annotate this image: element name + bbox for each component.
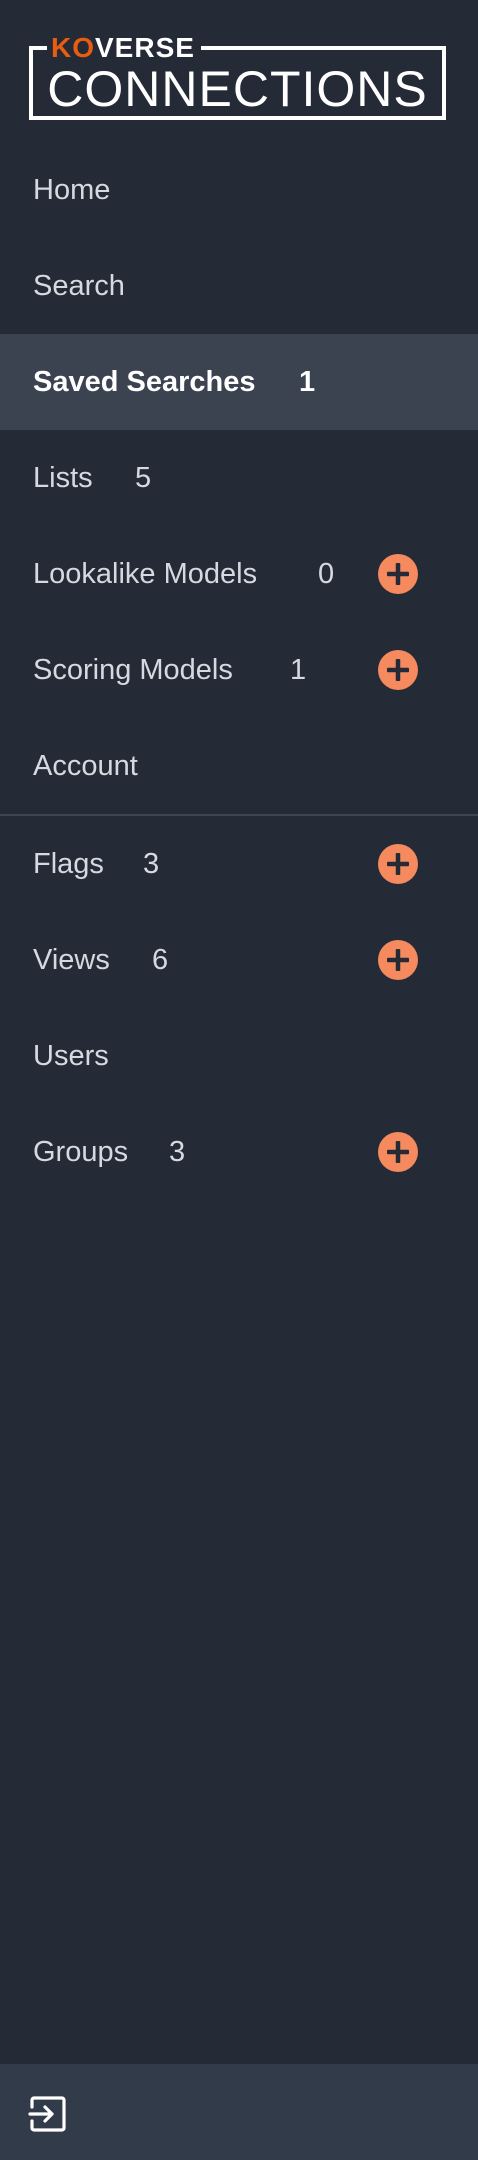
nav-item-label: Account [33, 749, 138, 782]
nav-item-count: 6 [152, 943, 169, 976]
nav-item-label: Saved Searches [33, 365, 256, 398]
nav-item-label: Home [33, 173, 111, 206]
nav-item-label: Scoring Models [33, 653, 233, 686]
sidebar: KOVERSE CONNECTIONS Home Search Saved Se… [0, 0, 478, 2160]
plus-icon [387, 659, 409, 681]
nav-item-label: Users [33, 1039, 109, 1072]
add-view-button[interactable] [378, 940, 418, 980]
plus-icon [387, 1141, 409, 1163]
nav-item-search[interactable]: Search [0, 238, 478, 334]
plus-icon [387, 853, 409, 875]
nav-item-count: 3 [169, 1135, 186, 1168]
logo-accent-text: KO [51, 32, 95, 63]
nav-item-label: Lookalike Models [33, 557, 258, 590]
logout-icon[interactable] [28, 2094, 68, 2134]
nav-item-home[interactable]: Home [0, 142, 478, 238]
nav-item-label: Lists [33, 461, 93, 494]
koverse-connections-logo[interactable]: KOVERSE CONNECTIONS [29, 34, 446, 120]
plus-icon [387, 563, 409, 585]
add-flag-button[interactable] [378, 844, 418, 884]
nav-item-count: 3 [143, 847, 160, 880]
add-lookalike-model-button[interactable] [378, 554, 418, 594]
nav-item-flags[interactable]: Flags 3 [0, 816, 478, 912]
logo-top-text: KOVERSE [47, 34, 201, 62]
logo-top-rest-text: VERSE [95, 32, 195, 63]
add-group-button[interactable] [378, 1132, 418, 1172]
logo-bottom-text: CONNECTIONS [47, 61, 428, 117]
nav-item-label: Views [33, 943, 110, 976]
nav-item-count: 1 [290, 653, 307, 686]
nav-item-lookalike-models[interactable]: Lookalike Models 0 [0, 526, 478, 622]
nav-item-users[interactable]: Users [0, 1008, 478, 1104]
nav-item-account[interactable]: Account [0, 718, 478, 814]
nav-item-label: Search [33, 269, 125, 302]
nav-item-groups[interactable]: Groups 3 [0, 1104, 478, 1200]
nav-item-label: Groups [33, 1135, 129, 1168]
nav-item-views[interactable]: Views 6 [0, 912, 478, 1008]
add-scoring-model-button[interactable] [378, 650, 418, 690]
nav-item-count: 5 [135, 461, 152, 494]
nav-item-lists[interactable]: Lists 5 [0, 430, 478, 526]
sidebar-footer [0, 2064, 478, 2160]
nav-item-count: 1 [299, 365, 316, 398]
nav-item-saved-searches[interactable]: Saved Searches 1 [0, 334, 478, 430]
nav-item-scoring-models[interactable]: Scoring Models 1 [0, 622, 478, 718]
nav-item-label: Flags [33, 847, 104, 880]
nav-item-count: 0 [318, 557, 335, 590]
plus-icon [387, 949, 409, 971]
